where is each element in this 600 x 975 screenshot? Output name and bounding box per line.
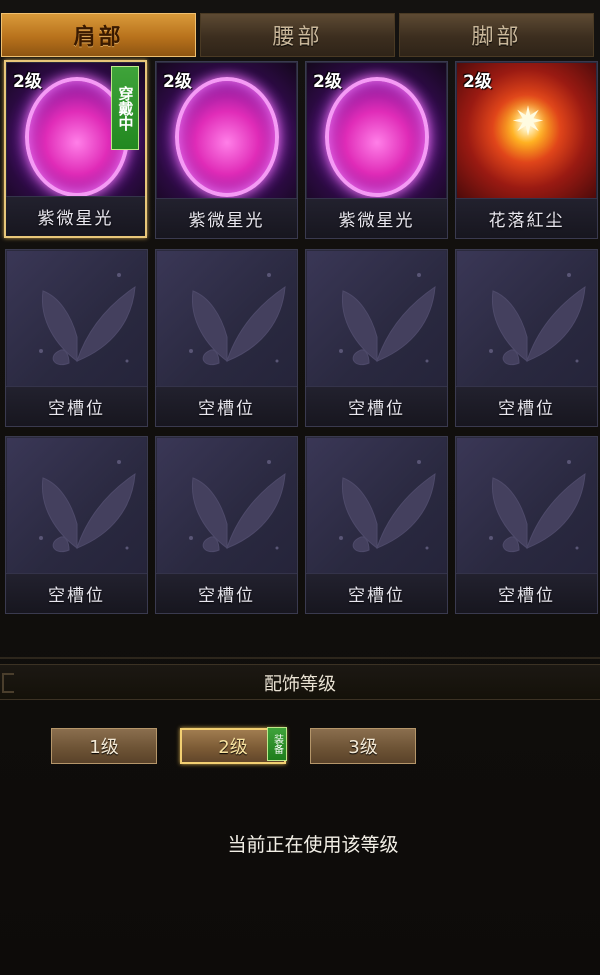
accessory-panel: 肩部 腰部 脚部 2级 穿戴中 紫微星光 2级 紫微星光 2级 紫微星光 ✷ 2… — [0, 0, 600, 975]
slot-name: 空槽位 — [6, 573, 147, 613]
slot-name: 紫微星光 — [156, 198, 297, 238]
slot-2[interactable]: 2级 紫微星光 — [155, 61, 298, 239]
flame-burst-art: ✷ 2级 — [457, 63, 596, 200]
slot-8[interactable]: 空槽位 — [455, 249, 598, 427]
section-header: 配饰等级 — [0, 664, 600, 700]
slot-5[interactable]: 空槽位 — [5, 249, 148, 427]
slot-name: 空槽位 — [156, 386, 297, 426]
slot-name: 紫微星光 — [306, 198, 447, 238]
slot-name: 空槽位 — [456, 573, 597, 613]
slot-1[interactable]: 2级 穿戴中 紫微星光 — [4, 60, 147, 238]
level-1-button[interactable]: 1级 — [51, 728, 157, 764]
slot-name: 花落紅尘 — [456, 198, 597, 238]
butterfly-icon — [157, 438, 296, 575]
tab-feet[interactable]: 脚部 — [399, 13, 594, 57]
slot-name: 空槽位 — [6, 386, 147, 426]
section-title: 配饰等级 — [264, 674, 336, 695]
slot-name: 空槽位 — [306, 573, 447, 613]
slot-level: 2级 — [163, 72, 192, 92]
slot-level: 2级 — [13, 72, 42, 92]
butterfly-icon — [457, 438, 596, 575]
purple-orb-art: 2级 — [307, 63, 446, 200]
tab-bar: 肩部 腰部 脚部 — [0, 0, 600, 60]
slot-6[interactable]: 空槽位 — [155, 249, 298, 427]
tab-waist[interactable]: 腰部 — [200, 13, 395, 57]
butterfly-icon — [307, 251, 446, 388]
slot-name: 空槽位 — [456, 386, 597, 426]
purple-orb-art: 2级 穿戴中 — [7, 63, 145, 200]
butterfly-icon — [7, 438, 146, 575]
slot-4[interactable]: ✷ 2级 花落紅尘 — [455, 61, 598, 239]
slot-level: 2级 — [463, 72, 492, 92]
purple-orb-art: 2级 — [157, 63, 296, 200]
slot-7[interactable]: 空槽位 — [305, 249, 448, 427]
slot-3[interactable]: 2级 紫微星光 — [305, 61, 448, 239]
slot-name: 空槽位 — [306, 386, 447, 426]
slot-10[interactable]: 空槽位 — [155, 436, 298, 614]
divider — [0, 657, 600, 659]
slot-name: 空槽位 — [156, 573, 297, 613]
level-3-button[interactable]: 3级 — [310, 728, 416, 764]
butterfly-icon — [157, 251, 296, 388]
slot-11[interactable]: 空槽位 — [305, 436, 448, 614]
status-text: 当前正在使用该等级 — [227, 833, 399, 856]
slot-name: 紫微星光 — [6, 196, 145, 236]
wearing-badge: 穿戴中 — [111, 66, 139, 150]
butterfly-icon — [307, 438, 446, 575]
butterfly-icon — [457, 251, 596, 388]
tab-shoulder[interactable]: 肩部 — [1, 13, 196, 57]
slot-12[interactable]: 空槽位 — [455, 436, 598, 614]
sparkle-icon: ✷ — [511, 99, 545, 145]
slot-level: 2级 — [313, 72, 342, 92]
equipped-tag: 装备 — [267, 727, 287, 761]
slot-9[interactable]: 空槽位 — [5, 436, 148, 614]
butterfly-icon — [7, 251, 146, 388]
